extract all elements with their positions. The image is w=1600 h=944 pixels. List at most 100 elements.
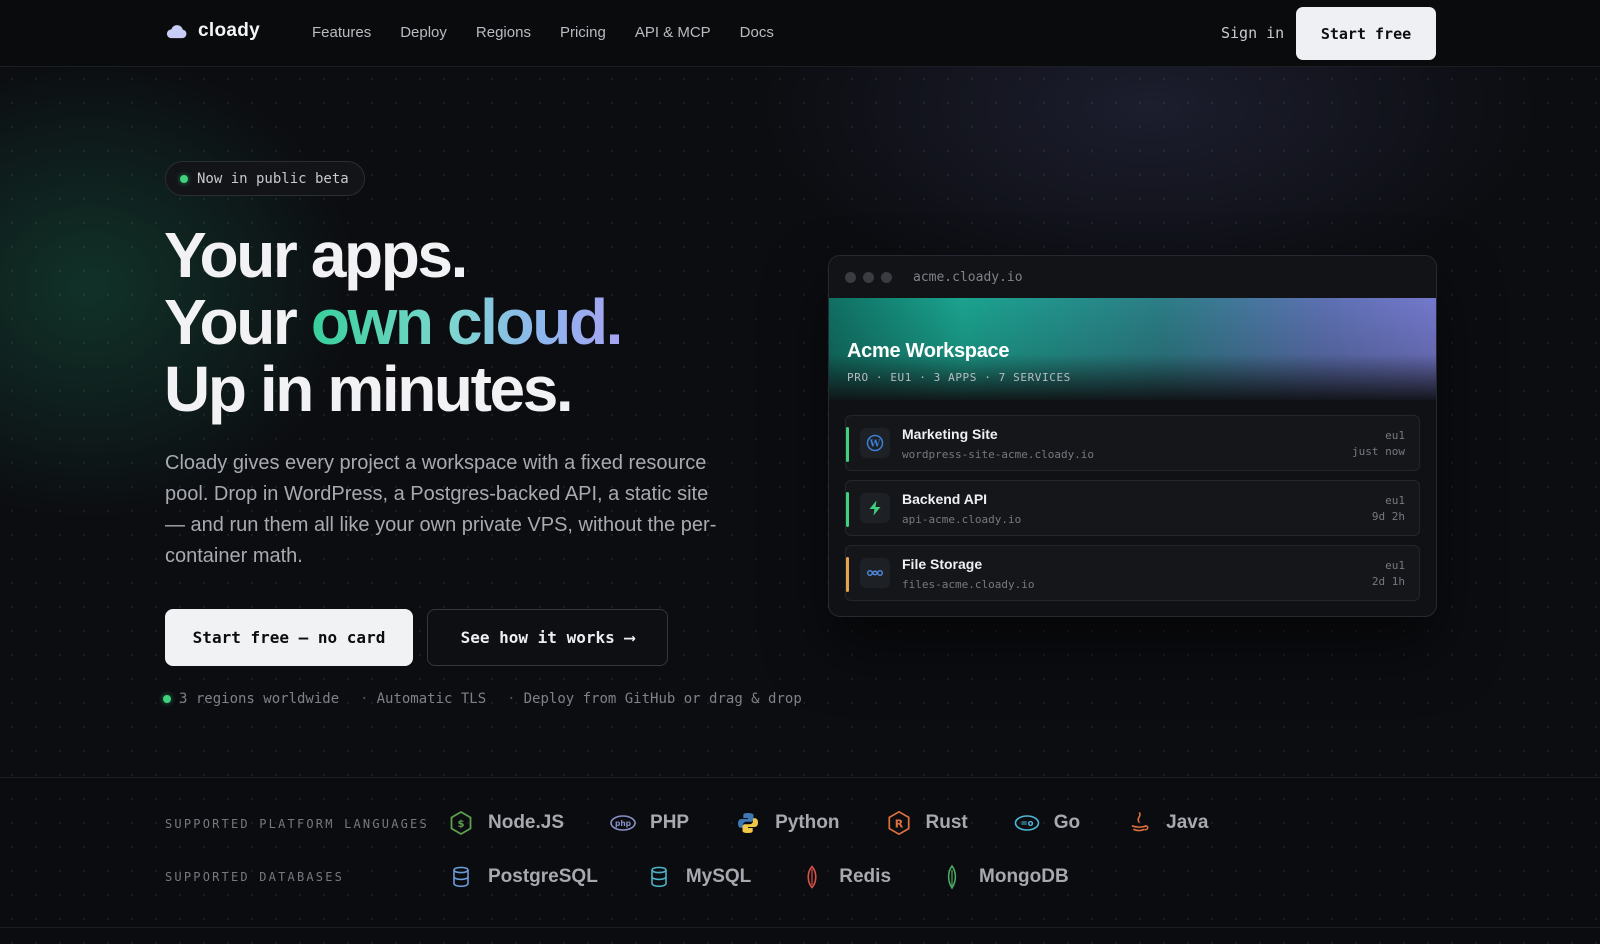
fact-separator: · (360, 691, 369, 707)
arrow-right-icon: ⟶ (624, 628, 635, 647)
app-status-accent (846, 427, 849, 462)
headline-line-3: Up in minutes. (164, 353, 574, 425)
beta-badge: Now in public beta (165, 161, 365, 196)
tech-name: MongoDB (979, 866, 1069, 887)
app-name: Backend API (902, 490, 988, 507)
nav-link-api-mcp[interactable]: API & MCP (635, 24, 711, 41)
wordpress-icon: W (860, 428, 890, 458)
tech-postgresql: PostgreSQL (448, 864, 598, 890)
hero-headline: Your apps. Your own cloud. Up in minutes… (164, 222, 784, 423)
workspace-preview-card: acme.cloady.io Acme Workspace PRO · EU1 … (828, 255, 1437, 617)
app-host: wordpress-site-acme.cloady.io (902, 447, 1095, 461)
hero-facts: 3 regions worldwide · Automatic TLS · De… (163, 691, 802, 707)
nav-link-pricing[interactable]: Pricing (560, 24, 606, 41)
lightning-icon (860, 493, 890, 523)
databases-row: PostgreSQL MySQL Redis MongoDB (448, 864, 1069, 890)
mysql-icon (651, 866, 667, 888)
fact-regions: 3 regions worldwide (179, 691, 340, 707)
app-row-file-storage[interactable]: File Storage files-acme.cloady.io eu1 2d… (845, 545, 1420, 601)
nodejs-icon: $ (450, 810, 472, 836)
nav-link-regions[interactable]: Regions (476, 24, 531, 41)
logo[interactable]: cloady (166, 20, 260, 42)
brand-name: cloady (198, 20, 260, 41)
window-dot-icon (863, 271, 874, 283)
status-dot (163, 695, 171, 703)
headline-line-1: Your apps. (164, 219, 468, 291)
app-row-backend-api[interactable]: Backend API api-acme.cloady.io eu1 9d 2h (845, 480, 1420, 536)
svg-text:$: $ (458, 819, 465, 830)
tech-go: =o Go (1014, 810, 1080, 836)
cloud-icon (166, 25, 187, 39)
tech-name: PostgreSQL (488, 866, 598, 887)
section-divider (0, 777, 1600, 778)
app-status: eu1 2d 1h (1372, 558, 1405, 590)
app-region: eu1 (1385, 559, 1405, 572)
app-region: eu1 (1385, 494, 1405, 507)
java-icon (1131, 812, 1149, 832)
window-dot-icon (845, 271, 856, 283)
fact-separator: · (507, 691, 516, 707)
tech-nodejs: $ Node.JS (448, 810, 564, 836)
headline-line-2-prefix: Your (164, 286, 311, 358)
workspace-banner: Acme Workspace PRO · EU1 · 3 APPS · 7 SE… (829, 298, 1436, 400)
tech-name: Python (775, 812, 840, 833)
see-how-it-works-button[interactable]: See how it works ⟶ (427, 609, 668, 666)
top-nav: cloady Features Deploy Regions Pricing A… (0, 0, 1600, 67)
hero-description: Cloady gives every project a workspace w… (165, 452, 717, 567)
databases-label: SUPPORTED DATABASES (165, 870, 345, 884)
app-status-accent (846, 492, 849, 527)
tech-php: php PHP (610, 810, 689, 836)
mongodb-icon (947, 864, 957, 890)
app-host: api-acme.cloady.io (902, 512, 1022, 526)
tech-name: Java (1166, 812, 1209, 833)
headline-line-2-highlight: own cloud. (310, 286, 624, 358)
status-dot (180, 174, 188, 183)
nav-links: Features Deploy Regions Pricing API & MC… (312, 24, 774, 41)
nav-link-docs[interactable]: Docs (740, 24, 774, 41)
postgresql-icon (453, 866, 469, 888)
tech-mongodb: MongoDB (939, 864, 1069, 890)
sign-in-link[interactable]: Sign in (1221, 24, 1284, 42)
app-row-marketing-site[interactable]: W Marketing Site wordpress-site-acme.clo… (845, 415, 1420, 471)
window-titlebar: acme.cloady.io (829, 256, 1436, 298)
app-list: W Marketing Site wordpress-site-acme.clo… (829, 400, 1436, 601)
svg-text:W: W (869, 439, 881, 450)
app-status-accent (846, 557, 849, 592)
section-divider (0, 927, 1600, 928)
languages-row: $ Node.JS php PHP Python R Rust =o Go Ja… (448, 810, 1208, 836)
python-icon (738, 813, 759, 833)
app-updated: 2d 1h (1371, 575, 1405, 588)
nav-link-features[interactable]: Features (312, 24, 371, 41)
start-free-button[interactable]: Start free (1296, 7, 1436, 60)
tech-name: Go (1053, 812, 1081, 833)
svg-text:php: php (615, 819, 632, 828)
tech-rust: R Rust (886, 810, 968, 836)
svg-text:R: R (894, 818, 903, 831)
redis-icon (807, 865, 817, 889)
app-status: eu1 9d 2h (1372, 493, 1405, 525)
nav-link-deploy[interactable]: Deploy (400, 24, 447, 41)
app-region: eu1 (1385, 429, 1405, 442)
app-name: Marketing Site (902, 425, 998, 442)
workspace-meta: PRO · EU1 · 3 APPS · 7 SERVICES (847, 371, 1071, 384)
php-icon: php (610, 815, 636, 831)
workspace-url: acme.cloady.io (913, 269, 1023, 285)
rust-icon: R (887, 810, 910, 836)
start-free-no-card-button[interactable]: Start free — no card (165, 609, 413, 666)
tech-name: MySQL (685, 866, 752, 887)
app-updated: 9d 2h (1371, 510, 1405, 523)
workspace-title: Acme Workspace (847, 340, 1010, 362)
app-name: File Storage (902, 555, 983, 572)
fact-deploy: Deploy from GitHub or drag & drop (523, 691, 802, 707)
see-how-it-works-label: See how it works (460, 628, 615, 647)
tech-mysql: MySQL (646, 864, 751, 890)
tech-redis: Redis (799, 864, 891, 890)
languages-label: SUPPORTED PLATFORM LANGUAGES (165, 817, 429, 831)
beta-badge-text: Now in public beta (197, 170, 349, 187)
tech-name: Node.JS (488, 812, 565, 833)
app-status: eu1 just now (1352, 428, 1405, 460)
tech-name: PHP (650, 812, 690, 833)
app-host: files-acme.cloady.io (902, 577, 1035, 591)
storage-icon (860, 558, 890, 588)
tech-java: Java (1126, 810, 1208, 836)
